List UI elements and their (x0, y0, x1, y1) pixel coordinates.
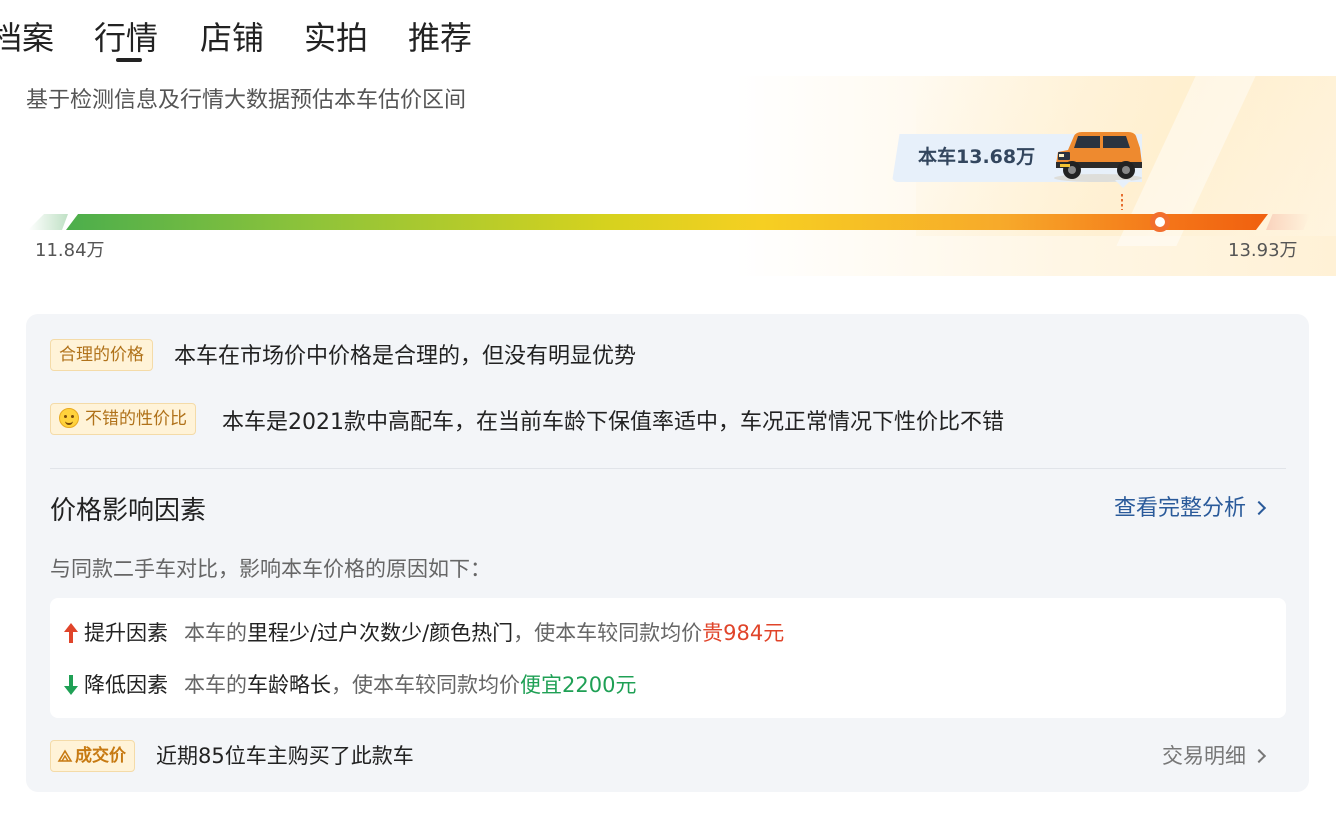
full-analysis-link[interactable]: 查看完整分析 (1114, 494, 1267, 524)
lower-factor-items: 车龄略长 (247, 673, 331, 697)
raise-factor-prefix: 本车的 (184, 621, 247, 645)
deal-price-tag: 成交价 (50, 740, 135, 772)
arrow-down-icon (64, 675, 78, 695)
divider (50, 468, 1286, 469)
lower-factor-effect: 便宜2200元 (520, 673, 637, 697)
car-icon (1054, 132, 1142, 182)
analysis-card (26, 314, 1309, 792)
lower-factor-prefix: 本车的 (184, 673, 247, 697)
full-analysis-link-label: 查看完整分析 (1114, 496, 1247, 521)
raise-factor-items: 里程少/过户次数少/颜色热门 (247, 621, 514, 645)
tab-photos[interactable]: 实拍 (304, 16, 368, 60)
tab-archive[interactable]: 档案 (0, 16, 54, 60)
chevron-right-icon (1251, 748, 1267, 764)
value-text: 本车是2021款中高配车，在当前车龄下保值率适中，车况正常情况下性价比不错 (222, 410, 1004, 435)
bubble-pointer (1115, 180, 1131, 188)
tab-shop[interactable]: 店铺 (200, 16, 264, 60)
active-tab-indicator (116, 58, 142, 62)
current-price-label: 本车13.68万 (918, 146, 1036, 168)
lower-factor-label: 降低因素 (84, 673, 168, 697)
reasonable-price-text: 本车在市场价中价格是合理的，但没有明显优势 (174, 344, 637, 369)
price-range-subtitle: 基于检测信息及行情大数据预估本车估价区间 (26, 88, 467, 113)
tab-market[interactable]: 行情 (94, 16, 158, 60)
transaction-details-label: 交易明细 (1162, 744, 1246, 768)
market-page: 档案 行情 店铺 实拍 推荐 基于检测信息及行情大数据预估本车估价区间 本车13… (0, 0, 1336, 818)
value-tag-label: 不错的性价比 (85, 409, 187, 429)
reasonable-price-tag-label: 合理的价格 (59, 345, 144, 365)
reasonable-price-tag: 合理的价格 (50, 339, 153, 371)
range-bar-fade-right (1266, 214, 1310, 230)
price-range-bar (66, 214, 1268, 230)
chevron-right-icon (1251, 500, 1267, 516)
raise-factor-middle: ，使本车较同款均价 (513, 621, 703, 645)
range-high-label: 13.93万 (1228, 240, 1298, 261)
lower-factor-middle: ，使本车较同款均价 (331, 673, 520, 697)
lower-factor-row: 降低因素 本车的车龄略长，使本车较同款均价便宜2200元 (64, 670, 636, 700)
raise-factor-label: 提升因素 (84, 621, 168, 645)
transaction-details-link[interactable]: 交易明细 (1162, 740, 1267, 772)
deal-count-text: 近期85位车主购买了此款车 (156, 744, 414, 768)
arrow-up-icon (64, 623, 78, 643)
compare-note: 与同款二手车对比，影响本车价格的原因如下： (50, 557, 491, 581)
current-price-marker (1149, 212, 1170, 232)
raise-factor-effect: 贵984元 (702, 621, 785, 645)
factor-box (50, 598, 1286, 718)
smile-face-icon (59, 408, 79, 428)
tab-recommend[interactable]: 推荐 (408, 16, 472, 60)
raise-factor-row: 提升因素 本车的里程少/过户次数少/颜色热门，使本车较同款均价贵984元 (64, 618, 784, 648)
factors-title: 价格影响因素 (50, 496, 207, 526)
value-tag: 不错的性价比 (50, 403, 196, 435)
deal-price-tag-label: 成交价 (75, 746, 126, 766)
tab-bar: 档案 行情 店铺 实拍 推荐 (0, 0, 1336, 76)
marker-dotted-line (1121, 194, 1123, 210)
deal-icon (57, 749, 73, 762)
range-low-label: 11.84万 (35, 240, 105, 261)
